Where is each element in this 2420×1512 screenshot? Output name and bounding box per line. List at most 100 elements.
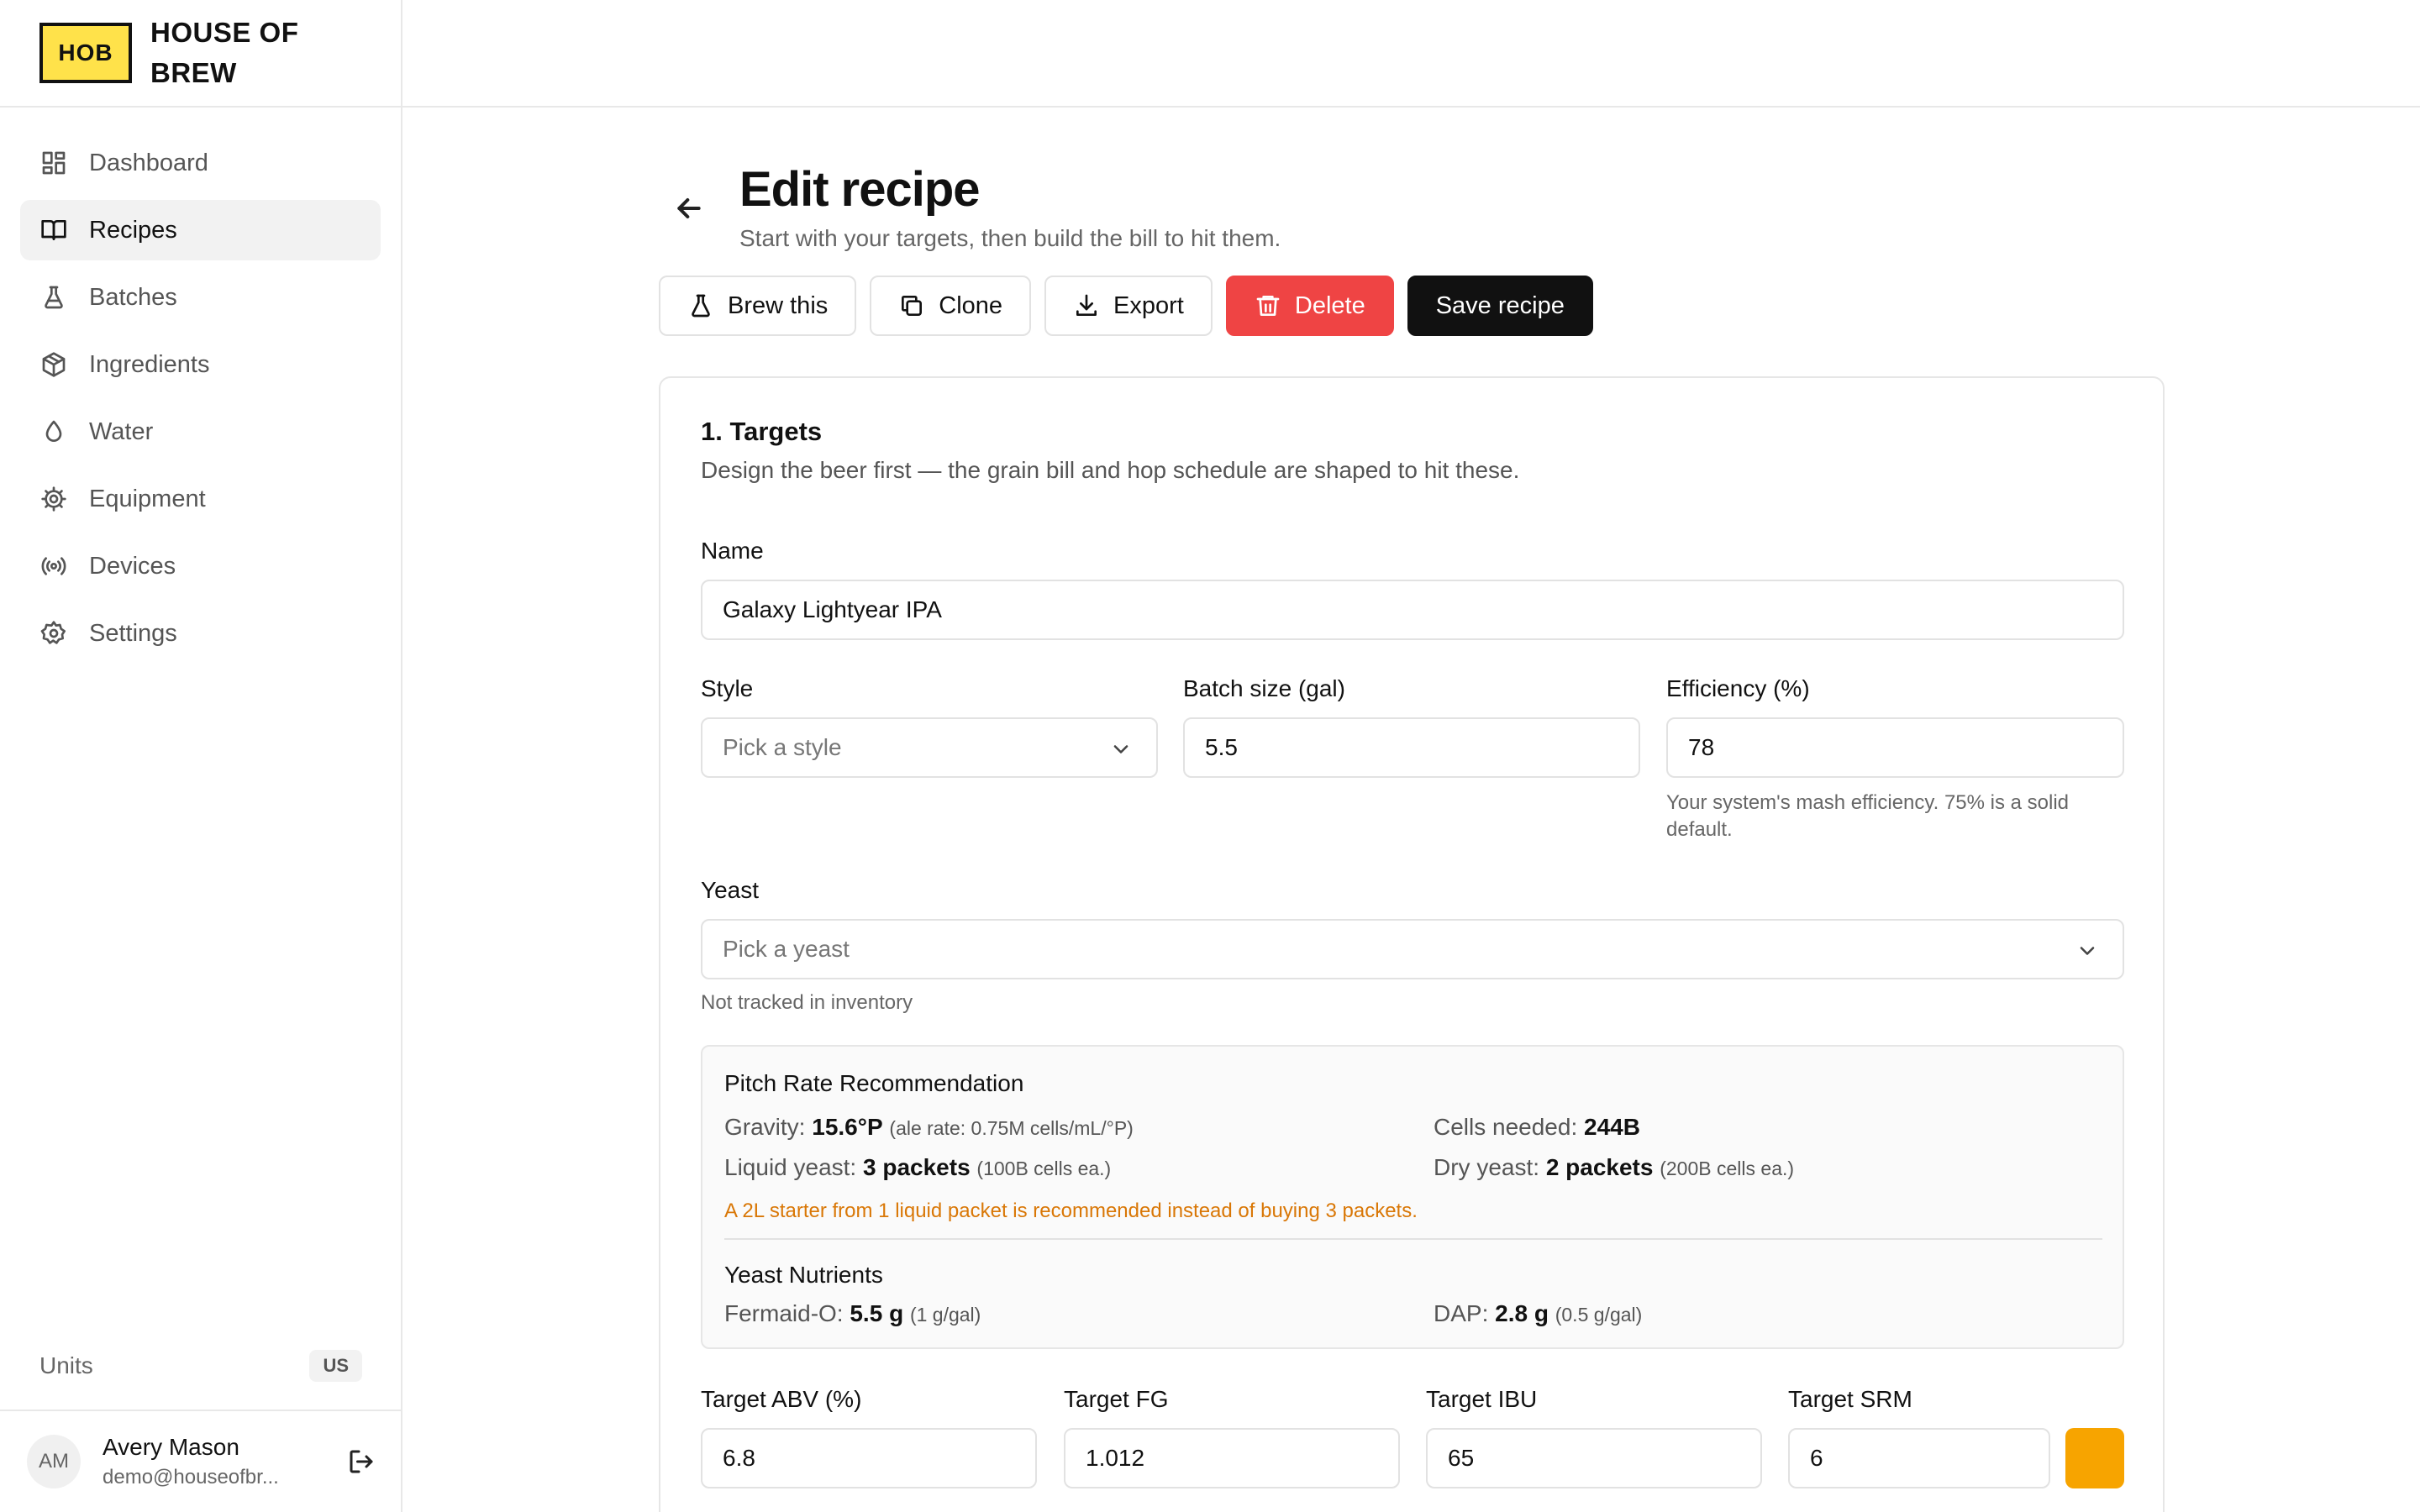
style-select[interactable]: Pick a style <box>701 717 1158 778</box>
starter-warning: A 2L starter from 1 liquid packet is rec… <box>724 1200 1418 1222</box>
cells-value: 244B <box>1584 1114 1640 1140</box>
clone-button[interactable]: Clone <box>870 276 1032 336</box>
brand-logo: HOB <box>39 23 132 83</box>
name-input[interactable]: Galaxy Lightyear IPA <box>701 580 2124 640</box>
download-icon <box>1076 294 1097 316</box>
dry-yeast-value: 2 packets <box>1545 1154 1654 1180</box>
chevron-down-icon <box>2075 939 2099 963</box>
sidebar-item-label: Devices <box>89 552 176 580</box>
nutrients-title: Yeast Nutrients <box>724 1262 883 1288</box>
gravity-row: Gravity: 15.6°P (ale rate: 0.75M cells/m… <box>724 1114 1134 1141</box>
sidebar-item-label: Recipes <box>89 216 177 244</box>
pitch-rate-panel: Pitch Rate Recommendation Gravity: 15.6°… <box>701 1045 2124 1349</box>
targets-card: 1. Targets Design the beer first — the g… <box>659 376 2165 1512</box>
target-fg-input[interactable]: 1.012 <box>1064 1428 1400 1488</box>
fermaid-label: Fermaid-O: <box>724 1300 844 1326</box>
yeast-select[interactable]: Pick a yeast <box>701 919 2124 979</box>
save-recipe-label: Save recipe <box>1435 291 1565 319</box>
gravity-value: 15.6°P <box>812 1114 883 1140</box>
target-ibu-label: Target IBU <box>1426 1386 1538 1412</box>
liquid-yeast-note: (100B cells ea.) <box>976 1158 1112 1179</box>
liquid-yeast-value: 3 packets <box>863 1154 971 1180</box>
cells-label: Cells needed: <box>1434 1114 1578 1140</box>
sidebar-item-equipment[interactable]: Equipment <box>20 469 381 529</box>
sidebar-item-label: Dashboard <box>89 149 208 176</box>
back-arrow-icon[interactable] <box>672 192 706 225</box>
sidebar-item-label: Settings <box>89 619 177 647</box>
action-bar: Brew this Clone Export Delete Save recip… <box>659 276 1593 336</box>
export-button[interactable]: Export <box>1044 276 1213 336</box>
brand-name: HOUSE OF BREW <box>150 17 299 88</box>
dry-yeast-row: Dry yeast: 2 packets (200B cells ea.) <box>1434 1154 1794 1181</box>
clone-label: Clone <box>939 291 1003 319</box>
section-title: 1. Targets <box>701 417 823 446</box>
book-icon <box>40 217 67 244</box>
package-icon <box>40 351 67 378</box>
sidebar-item-label: Equipment <box>89 485 206 512</box>
yeast-select-value: Pick a yeast <box>723 936 850 962</box>
dap-value: 2.8 g <box>1495 1300 1549 1326</box>
user-info: Avery Mason demo@houseofbr... <box>103 1434 313 1489</box>
target-abv-input[interactable]: 6.8 <box>701 1428 1037 1488</box>
radio-icon <box>40 553 67 580</box>
units-toggle[interactable]: Units US <box>39 1347 362 1384</box>
batch-size-label: Batch size (gal) <box>1183 675 1345 701</box>
delete-button[interactable]: Delete <box>1225 276 1394 336</box>
batch-size-input[interactable]: 5.5 <box>1183 717 1640 778</box>
user-profile: AM Avery Mason demo@houseofbr... <box>0 1410 401 1512</box>
brew-this-button[interactable]: Brew this <box>659 276 857 336</box>
avatar: AM <box>27 1435 81 1488</box>
target-fg-label: Target FG <box>1064 1386 1169 1412</box>
dap-note: (0.5 g/gal) <box>1555 1304 1643 1326</box>
sidebar-item-ingredients[interactable]: Ingredients <box>20 334 381 395</box>
page-subtitle: Start with your targets, then build the … <box>739 225 1281 251</box>
export-label: Export <box>1113 291 1184 319</box>
user-name: Avery Mason <box>103 1434 239 1460</box>
dap-label: DAP: <box>1434 1300 1489 1326</box>
logout-icon[interactable] <box>346 1446 376 1477</box>
flask-icon <box>692 294 710 318</box>
dap-row: DAP: 2.8 g (0.5 g/gal) <box>1434 1300 1642 1327</box>
copy-icon <box>902 296 923 316</box>
sidebar-item-settings[interactable]: Settings <box>20 603 381 664</box>
target-ibu-input[interactable]: 65 <box>1426 1428 1762 1488</box>
srm-color-swatch[interactable] <box>2065 1428 2124 1488</box>
efficiency-label: Efficiency (%) <box>1666 675 1810 701</box>
delete-label: Delete <box>1294 291 1365 319</box>
sidebar-item-label: Water <box>89 417 154 445</box>
sidebar-item-batches[interactable]: Batches <box>20 267 381 328</box>
liquid-yeast-label: Liquid yeast: <box>724 1154 857 1180</box>
style-select-value: Pick a style <box>723 734 842 760</box>
sidebar-item-devices[interactable]: Devices <box>20 536 381 596</box>
name-label: Name <box>701 538 764 564</box>
dry-yeast-note: (200B cells ea.) <box>1660 1158 1795 1179</box>
efficiency-input[interactable]: 78 <box>1666 717 2124 778</box>
dashboard-icon <box>40 150 67 176</box>
fermaid-row: Fermaid-O: 5.5 g (1 g/gal) <box>724 1300 981 1327</box>
target-abv-label: Target ABV (%) <box>701 1386 862 1412</box>
sidebar-item-label: Ingredients <box>89 350 210 378</box>
sidebar-item-dashboard[interactable]: Dashboard <box>20 133 381 193</box>
chevron-down-icon <box>1109 738 1133 761</box>
fermaid-value: 5.5 g <box>850 1300 904 1326</box>
brand[interactable]: HOB HOUSE OF BREW <box>0 0 401 108</box>
yeast-help: Not tracked in inventory <box>701 991 913 1014</box>
pitch-rate-title: Pitch Rate Recommendation <box>724 1070 1024 1096</box>
flask-icon <box>40 284 67 311</box>
page-title: Edit recipe <box>739 162 981 217</box>
dry-yeast-label: Dry yeast: <box>1434 1154 1540 1180</box>
droplet-icon <box>40 418 67 445</box>
sidebar-item-water[interactable]: Water <box>20 402 381 462</box>
sidebar-item-recipes[interactable]: Recipes <box>20 200 381 260</box>
top-bar <box>402 0 2420 108</box>
fermaid-note: (1 g/gal) <box>909 1304 981 1326</box>
sidebar-nav: Dashboard Recipes Batches Ingredients Wa… <box>0 108 401 664</box>
gravity-label: Gravity: <box>724 1114 806 1140</box>
style-label: Style <box>701 675 754 701</box>
target-srm-input[interactable]: 6 <box>1788 1428 2050 1488</box>
sidebar-item-label: Batches <box>89 283 177 311</box>
save-recipe-button[interactable]: Save recipe <box>1407 276 1593 336</box>
divider <box>724 1238 2102 1240</box>
user-email: demo@houseofbr... <box>103 1466 279 1488</box>
target-srm-label: Target SRM <box>1788 1386 1912 1412</box>
